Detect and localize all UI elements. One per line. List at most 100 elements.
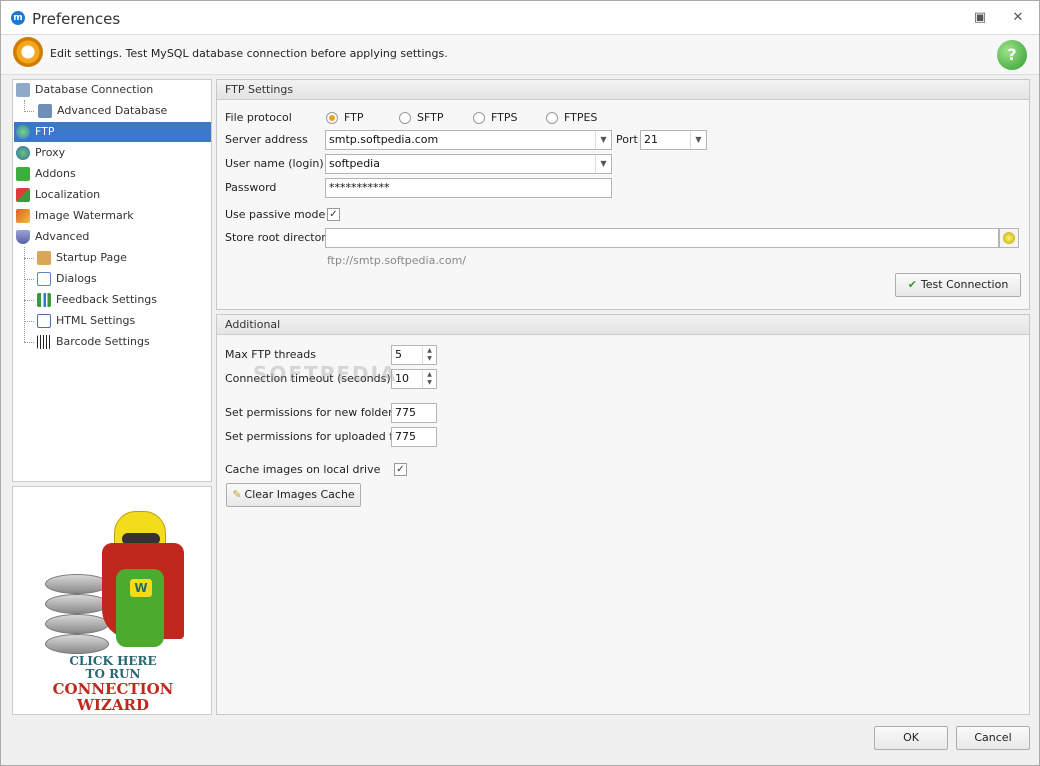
tree-item-label: Startup Page (56, 251, 127, 264)
group-title: FTP Settings (217, 80, 1029, 100)
clear-cache-label: Clear Images Cache (244, 488, 355, 501)
settings-tree: Database Connection Advanced Database Se… (12, 79, 212, 482)
spinner-arrows-icon[interactable]: ▲ ▼ (422, 370, 436, 388)
chevron-down-icon[interactable]: ▼ (595, 131, 611, 149)
file-permissions-input[interactable]: 775 (391, 427, 437, 447)
promo-line4: WIZARD (77, 696, 149, 714)
password-value: *********** (329, 181, 390, 194)
tree-item-advanced-database-settings[interactable]: Advanced Database Settings (38, 101, 211, 137)
tree-item-label: FTP (35, 125, 55, 138)
tree-item-addons[interactable]: Addons (16, 164, 211, 184)
file-protocol-label: File protocol (225, 111, 292, 124)
promo-line1: CLICK HERE (69, 654, 157, 668)
tree-item-dialogs[interactable]: Dialogs (37, 269, 211, 289)
tree-item-label: Addons (35, 167, 76, 180)
tree-item-database-connection[interactable]: Database Connection (16, 80, 211, 100)
chevron-down-icon[interactable]: ▼ (690, 131, 706, 149)
tree-item-image-watermark[interactable]: Image Watermark (16, 206, 211, 226)
root-directory-label: Store root directory (225, 231, 333, 244)
port-value: 21 (644, 133, 658, 146)
tree-item-localization[interactable]: Localization (16, 185, 211, 205)
tree-connector (24, 111, 34, 112)
tree-item-label: Advanced (35, 230, 90, 243)
tree-item-barcode-settings[interactable]: Barcode Settings (37, 332, 211, 352)
puzzle-icon (16, 167, 30, 181)
password-field[interactable]: *********** (325, 178, 612, 198)
passive-mode-label: Use passive mode (225, 208, 326, 221)
tree-item-ftp[interactable]: FTP (14, 122, 211, 142)
ftp-settings-group: FTP Settings File protocol FTP SFTP FTPS… (216, 79, 1030, 310)
radio-ftp[interactable] (326, 112, 338, 124)
port-label: Port (616, 133, 638, 146)
watermark-text: SOFTPEDIA (253, 362, 398, 386)
ok-button[interactable]: OK (874, 726, 948, 750)
tree-item-proxy[interactable]: Proxy (16, 143, 211, 163)
server-address-value: smtp.softpedia.com (329, 133, 439, 146)
server-address-label: Server address (225, 133, 308, 146)
html-icon (37, 314, 51, 328)
passive-mode-checkbox[interactable]: ✓ (327, 208, 340, 221)
broom-icon: ✎ (232, 488, 242, 501)
root-directory-input[interactable] (325, 228, 999, 248)
server-address-combobox[interactable]: smtp.softpedia.com ▼ (325, 130, 612, 150)
tree-item-label: Database Connection (35, 83, 154, 96)
tree-item-startup-page[interactable]: Startup Page (37, 248, 211, 268)
tree-item-label: Feedback Settings (56, 293, 157, 306)
radio-ftps[interactable] (473, 112, 485, 124)
max-threads-spinner[interactable]: 5 ▲ ▼ (391, 345, 437, 365)
tree-item-feedback-settings[interactable]: Feedback Settings (37, 290, 211, 310)
barcode-icon (37, 335, 51, 349)
radio-ftp-label: FTP (344, 111, 364, 124)
cache-images-checkbox[interactable]: ✓ (394, 463, 407, 476)
radio-sftp[interactable] (399, 112, 411, 124)
tree-item-html-settings[interactable]: HTML Settings (37, 311, 211, 331)
browse-folder-icon (1003, 232, 1015, 244)
chart-icon (37, 293, 51, 307)
max-threads-label: Max FTP threads (225, 348, 317, 361)
preferences-window: m Preferences ▣ ✕ Edit settings. Test My… (0, 0, 1040, 766)
file-permissions-label: Set permissions for uploaded files (225, 430, 412, 443)
radio-ftpes[interactable] (546, 112, 558, 124)
dialog-icon (37, 272, 51, 286)
timeout-spinner[interactable]: 10 ▲ ▼ (391, 369, 437, 389)
username-label: User name (login) (225, 157, 324, 170)
watermark-icon (16, 209, 30, 223)
test-connection-button[interactable]: ✔ Test Connection (895, 273, 1021, 297)
ftp-url-hint: ftp://smtp.softpedia.com/ (327, 254, 467, 267)
checkmark-icon: ✔ (907, 278, 917, 291)
tree-item-label: Localization (35, 188, 101, 201)
spinner-arrows-icon[interactable]: ▲ ▼ (422, 346, 436, 364)
tree-connector (24, 258, 34, 259)
chevron-down-icon[interactable]: ▼ (595, 155, 611, 173)
tree-item-label: Image Watermark (35, 209, 134, 222)
shield-icon (16, 230, 30, 244)
localization-icon (16, 188, 30, 202)
clear-cache-button[interactable]: ✎ Clear Images Cache (226, 483, 361, 507)
settings-gear-icon (13, 37, 43, 67)
browse-folder-button[interactable] (999, 228, 1019, 248)
password-label: Password (225, 181, 277, 194)
username-combobox[interactable]: softpedia ▼ (325, 154, 612, 174)
tree-item-advanced[interactable]: Advanced (16, 227, 211, 247)
file-permissions-value: 775 (395, 430, 416, 443)
close-icon[interactable]: ✕ (1009, 9, 1027, 27)
home-icon (37, 251, 51, 265)
tree-connector (24, 247, 25, 342)
ftp-globe-icon (16, 125, 30, 139)
cancel-button[interactable]: Cancel (956, 726, 1030, 750)
database-icon (16, 83, 30, 97)
max-threads-value: 5 (395, 348, 402, 361)
restore-icon[interactable]: ▣ (971, 9, 989, 27)
tree-item-label: HTML Settings (56, 314, 136, 327)
tree-connector (24, 279, 34, 280)
folder-permissions-input[interactable]: 775 (391, 403, 437, 423)
tree-item-label: Barcode Settings (56, 335, 150, 348)
tree-item-label: Dialogs (56, 272, 97, 285)
port-combobox[interactable]: 21 ▼ (640, 130, 707, 150)
mascot-illustration: W (102, 507, 184, 647)
tree-connector (24, 300, 34, 301)
app-logo-icon: m (11, 11, 25, 25)
header-bar: Edit settings. Test MySQL database conne… (1, 35, 1039, 75)
connection-wizard-promo[interactable]: W CLICK HERE TO RUN CONNECTION WIZARD (12, 486, 212, 715)
help-icon[interactable]: ? (997, 40, 1027, 70)
